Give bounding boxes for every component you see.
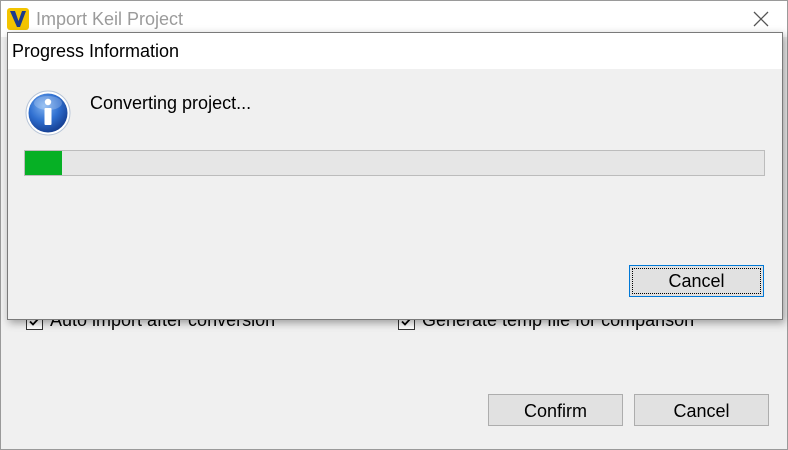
confirm-button[interactable]: Confirm	[488, 394, 623, 426]
progress-bar-fill	[25, 151, 62, 175]
progress-message: Converting project...	[90, 93, 252, 113]
cancel-button[interactable]: Cancel	[634, 394, 769, 426]
window-title: Import Keil Project	[36, 9, 184, 29]
app-logo-icon	[7, 8, 29, 30]
progress-dialog: Progress Information Converting project.…	[7, 32, 783, 320]
progress-bar	[24, 150, 765, 176]
info-icon	[25, 90, 71, 136]
progress-cancel-label: Cancel	[668, 271, 725, 291]
progress-cancel-button[interactable]: Cancel	[629, 265, 764, 297]
progress-titlebar: Progress Information	[8, 33, 782, 69]
dialog-title: Progress Information	[12, 41, 180, 61]
close-icon[interactable]	[751, 9, 771, 29]
